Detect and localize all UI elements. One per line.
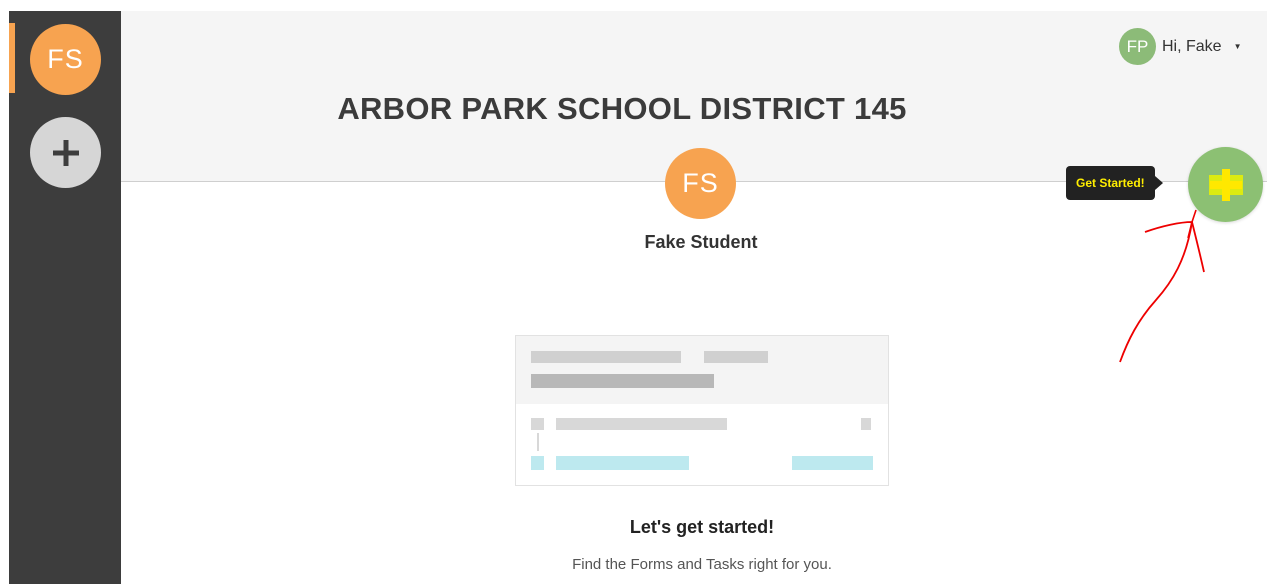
sidebar-student-avatar[interactable]: FS xyxy=(30,24,101,95)
placeholder-box xyxy=(861,418,871,430)
placeholder-bar xyxy=(704,351,768,363)
sidebar-active-indicator xyxy=(9,23,15,93)
caret-down-icon: ▼ xyxy=(1233,42,1242,51)
sidebar-add-student-button[interactable] xyxy=(30,117,101,188)
annotation-arrow xyxy=(1119,209,1205,363)
student-avatar: FS xyxy=(665,148,736,219)
empty-state-subline: Find the Forms and Tasks right for you. xyxy=(572,556,832,573)
sidebar: FS xyxy=(9,11,121,584)
placeholder-box xyxy=(531,418,544,430)
user-avatar: FP xyxy=(1119,28,1156,65)
empty-state-illustration xyxy=(515,335,889,486)
placeholder-bar xyxy=(792,456,873,470)
student-name: Fake Student xyxy=(644,232,758,252)
user-greeting: Hi, Fake xyxy=(1162,37,1222,55)
placeholder-bar xyxy=(556,456,689,470)
placeholder-bar xyxy=(531,374,714,388)
window-top-edge xyxy=(0,0,1267,11)
placeholder-bar xyxy=(556,418,727,430)
plus-icon xyxy=(52,139,79,166)
placeholder-bar xyxy=(531,351,681,363)
placeholder-divider xyxy=(537,433,539,451)
illustration-header xyxy=(516,336,888,404)
empty-state-headline: Let's get started! xyxy=(629,517,775,537)
page-title: ARBOR PARK SCHOOL DISTRICT 145 xyxy=(337,91,907,126)
plus-icon xyxy=(1208,168,1243,201)
user-menu[interactable]: FP Hi, Fake ▼ xyxy=(1119,28,1242,65)
get-started-tooltip: Get Started! xyxy=(1066,166,1163,200)
placeholder-box xyxy=(531,456,544,470)
